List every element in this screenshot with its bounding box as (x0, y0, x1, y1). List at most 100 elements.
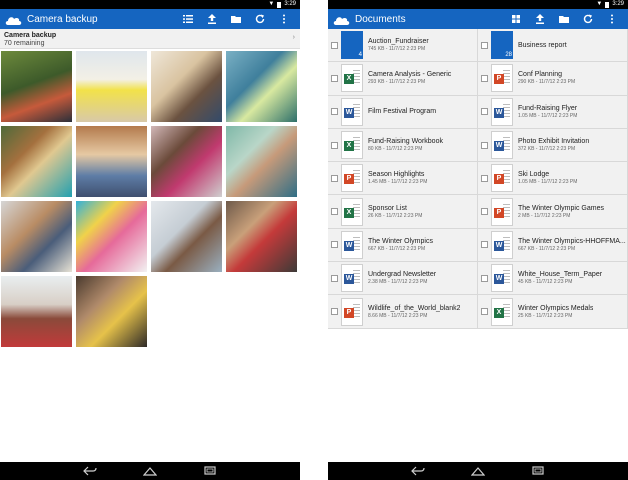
new-folder-icon[interactable] (552, 9, 576, 29)
document-item[interactable]: W Film Festival Program (328, 95, 478, 129)
select-checkbox[interactable] (331, 41, 338, 49)
man-with-phone-photo[interactable] (225, 125, 298, 198)
more-icon[interactable] (272, 9, 296, 29)
select-checkbox[interactable] (331, 274, 338, 282)
document-meta: 2.38 MB - 11/7/12 2:23 PM (368, 279, 428, 286)
word-file-icon: W (341, 97, 363, 126)
excel-file-icon: X (341, 131, 363, 160)
select-checkbox[interactable] (481, 141, 488, 149)
document-meta: 1.05 MB - 11/7/12 2:23 PM (518, 112, 578, 119)
home-icon[interactable] (468, 464, 488, 478)
document-item[interactable]: X Fund-Raising Workbook 80 KB - 11/7/12 2:… (328, 128, 478, 163)
document-item[interactable]: X Winter Olympics Medals 25 KB - 11/7/12 2… (478, 295, 628, 329)
document-item[interactable]: W The Winter Olympics-HHOFFMA... 667 KB - … (478, 228, 628, 263)
recent-apps-icon[interactable] (528, 464, 548, 478)
man-at-desk-photo[interactable] (150, 200, 223, 273)
document-item[interactable]: W Photo Exhibit Invitation 372 KB - 11/7/1… (478, 128, 628, 163)
remaining-count: 70 remaining (4, 40, 45, 47)
grid-view-icon[interactable] (504, 9, 528, 29)
onedrive-cloud-icon[interactable] (4, 13, 22, 25)
document-item[interactable]: P Conf Planning 290 KB - 11/7/12 2:23 PM (478, 62, 628, 96)
documents-screen: ▼ 3:29 Documents 4 Auction_Fundraiser 74… (328, 0, 628, 480)
back-icon[interactable] (408, 464, 428, 478)
woman-jumping-beach-photo[interactable] (75, 50, 148, 123)
men-by-mural-photo[interactable] (0, 50, 73, 123)
onedrive-cloud-icon[interactable] (332, 13, 350, 25)
folder-icon: 4 (341, 31, 363, 60)
camera-backup-header[interactable]: Camera backup 70 remaining › (0, 29, 300, 49)
girl-with-colorful-papers-photo[interactable] (75, 200, 148, 273)
select-checkbox[interactable] (481, 241, 488, 249)
powerpoint-file-icon: P (491, 164, 513, 193)
document-name: Ski Lodge (518, 171, 550, 179)
list-view-icon[interactable] (176, 9, 200, 29)
refresh-icon[interactable] (576, 9, 600, 29)
document-item[interactable]: W White_House_Term_Paper 45 KB - 11/7/12 2… (478, 262, 628, 296)
select-checkbox[interactable] (481, 74, 488, 82)
select-checkbox[interactable] (331, 308, 338, 316)
document-name: Business report (518, 41, 567, 49)
document-name: Conf Planning (518, 71, 562, 79)
select-checkbox[interactable] (331, 141, 338, 149)
select-checkbox[interactable] (331, 74, 338, 82)
chevron-right-icon: › (292, 34, 295, 41)
select-checkbox[interactable] (481, 308, 488, 316)
document-item[interactable]: P Ski Lodge 1.05 MB - 11/7/12 2:23 PM (478, 162, 628, 196)
select-checkbox[interactable] (331, 108, 338, 116)
upload-icon[interactable] (528, 9, 552, 29)
upload-icon[interactable] (200, 9, 224, 29)
select-checkbox[interactable] (331, 208, 338, 216)
woman-walking-photo[interactable] (0, 275, 73, 348)
status-bar: ▼ 3:29 (0, 0, 300, 9)
document-meta: 1.45 MB - 11/7/12 2:23 PM (368, 179, 428, 186)
couple-with-laptop-photo[interactable] (150, 50, 223, 123)
document-item[interactable]: P Wildlife_of_the_World_blank2 8.66 MB - 1… (328, 295, 478, 329)
select-checkbox[interactable] (481, 274, 488, 282)
man-smiling-photo[interactable] (75, 125, 148, 198)
home-icon[interactable] (140, 464, 160, 478)
select-checkbox[interactable] (481, 174, 488, 182)
back-icon[interactable] (80, 464, 100, 478)
select-checkbox[interactable] (481, 108, 488, 116)
woman-with-tablet-photo[interactable] (225, 50, 298, 123)
document-item[interactable]: W Undergrad Newsletter 2.38 MB - 11/7/12 2… (328, 262, 478, 296)
select-checkbox[interactable] (481, 41, 488, 49)
document-item[interactable]: X Camera Analysis - Generic 293 KB - 11/7/… (328, 62, 478, 96)
woman-with-tablet-sofa-photo[interactable] (150, 125, 223, 198)
document-meta: 25 KB - 11/7/12 2:23 PM (518, 312, 573, 319)
woman-smiling-photo[interactable] (0, 200, 73, 273)
wifi-icon: ▼ (268, 1, 275, 7)
document-item[interactable]: W Fund-Raising Flyer 1.05 MB - 11/7/12 2:2… (478, 95, 628, 129)
document-item[interactable]: 4 Auction_Fundraiser 745 KB - 11/7/12 2:23… (328, 29, 478, 63)
document-meta: 80 KB - 11/7/12 2:23 PM (368, 146, 423, 153)
refresh-icon[interactable] (248, 9, 272, 29)
word-file-icon: W (491, 97, 513, 126)
family-with-child-photo[interactable] (75, 275, 148, 348)
select-checkbox[interactable] (331, 241, 338, 249)
document-name: Camera Analysis - Generic (368, 71, 452, 79)
document-name: Photo Exhibit Invitation (518, 138, 590, 146)
select-checkbox[interactable] (331, 174, 338, 182)
recent-apps-icon[interactable] (200, 464, 220, 478)
document-name: The Winter Olympic Games (518, 204, 604, 212)
subheader-title: Camera backup (4, 32, 57, 39)
new-folder-icon[interactable] (224, 9, 248, 29)
document-item[interactable]: P The Winter Olympic Games 2 MB - 11/7/12 … (478, 195, 628, 229)
more-icon[interactable] (600, 9, 624, 29)
word-file-icon: W (341, 264, 363, 293)
couple-standing-photo[interactable] (0, 125, 73, 198)
woman-with-book-photo[interactable] (225, 200, 298, 273)
document-item[interactable]: P Season Highlights 1.45 MB - 11/7/12 2:23… (328, 162, 478, 196)
document-meta: 372 KB - 11/7/12 2:23 PM (518, 146, 576, 153)
document-meta: 667 KB - 11/7/12 2:23 PM (368, 245, 426, 252)
document-item[interactable]: X Sponsor List 26 KB - 11/7/12 2:23 PM (328, 195, 478, 229)
camera-backup-screen: ▼ 3:29 Camera backup Camera backup 70 re… (0, 0, 300, 480)
document-item[interactable]: 28 Business report (478, 29, 628, 63)
document-name: Fund-Raising Workbook (368, 138, 443, 146)
document-item[interactable]: W The Winter Olympics 667 KB - 11/7/12 2:2… (328, 228, 478, 263)
document-meta: 293 KB - 11/7/12 2:23 PM (368, 79, 426, 86)
select-checkbox[interactable] (481, 208, 488, 216)
document-meta: 667 KB - 11/7/12 2:23 PM (518, 245, 576, 252)
nav-bar (328, 462, 628, 480)
excel-file-icon: X (491, 297, 513, 326)
